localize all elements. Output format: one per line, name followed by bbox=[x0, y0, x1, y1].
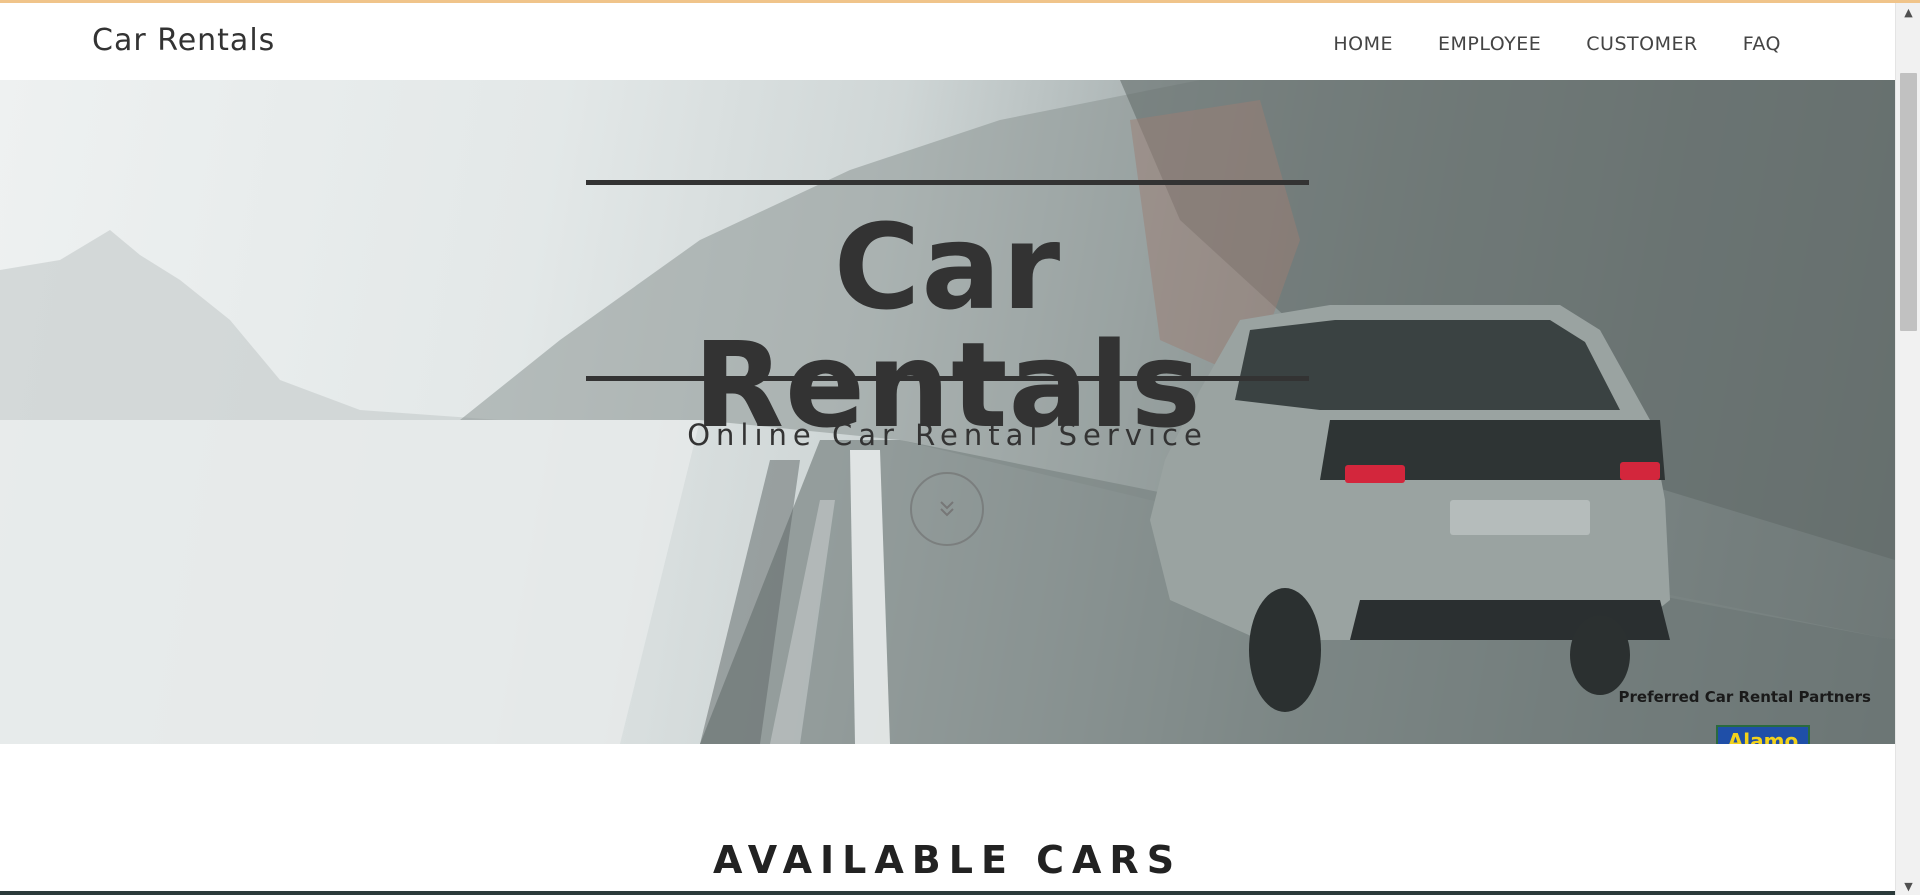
partner-logo-text: Alamo bbox=[1727, 729, 1799, 744]
brand-logo[interactable]: Car Rentals bbox=[92, 23, 275, 58]
scroll-down-button[interactable] bbox=[910, 472, 984, 546]
hero-top-rule bbox=[586, 180, 1309, 185]
nav-link-employee[interactable]: EMPLOYEE bbox=[1438, 33, 1541, 55]
nav-link-customer[interactable]: CUSTOMER bbox=[1586, 33, 1697, 55]
navbar: Car Rentals HOME EMPLOYEE CUSTOMER FAQ bbox=[0, 3, 1895, 80]
hero-banner: Car Rentals Online Car Rental Service Pr… bbox=[0, 80, 1895, 744]
scroll-up-arrow-icon[interactable]: ▲ bbox=[1896, 3, 1920, 21]
hero-title: Car Rentals bbox=[693, 198, 1202, 454]
nav-links: HOME EMPLOYEE CUSTOMER FAQ bbox=[1333, 33, 1781, 55]
page-scrollbar[interactable]: ▲ ▼ bbox=[1895, 3, 1920, 895]
scroll-down-arrow-icon[interactable]: ▼ bbox=[1896, 877, 1920, 895]
nav-link-faq[interactable]: FAQ bbox=[1743, 33, 1781, 55]
available-cars-heading: AVAILABLE CARS bbox=[712, 838, 1183, 882]
partner-logo[interactable]: Alamo bbox=[1716, 725, 1810, 744]
partners-label: Preferred Car Rental Partners bbox=[1618, 688, 1871, 706]
bottom-edge bbox=[0, 891, 1895, 895]
hero-subtitle: Online Car Rental Service bbox=[687, 418, 1208, 452]
scrollbar-thumb[interactable] bbox=[1900, 73, 1917, 331]
hero-bottom-rule bbox=[586, 376, 1309, 381]
double-chevron-down-icon bbox=[940, 501, 954, 517]
nav-link-home[interactable]: HOME bbox=[1333, 33, 1393, 55]
